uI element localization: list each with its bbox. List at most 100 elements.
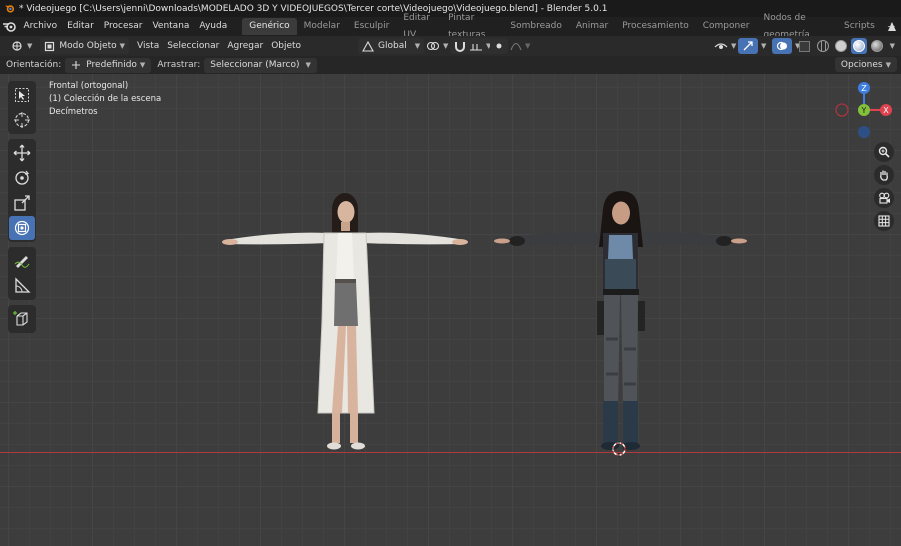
transform-orientation-selector[interactable]: Global ▼ <box>358 38 425 54</box>
3d-cursor-icon[interactable] <box>611 441 627 457</box>
measure-tool[interactable] <box>9 274 35 298</box>
orientation-label: Global <box>378 41 407 51</box>
menu-ventana[interactable]: Ventana <box>147 17 194 36</box>
annotate-icon <box>14 256 30 268</box>
add-cube-icon <box>13 311 28 326</box>
snap-toggle[interactable]: ▼ <box>450 38 496 54</box>
transform-icon <box>14 220 30 236</box>
select-box-tool[interactable] <box>9 83 35 107</box>
object-mode-icon <box>45 41 55 51</box>
tab-scripts[interactable]: Scripts <box>837 18 882 35</box>
visibility-button[interactable]: ▼ <box>710 38 740 54</box>
top-menu-bar: Archivo Editar Procesar Ventana Ayuda Ge… <box>0 13 901 40</box>
rotate-tool[interactable] <box>9 166 35 190</box>
tool-group-add <box>8 305 36 333</box>
viewport-info-overlay: Frontal (ortogonal) (1) Colección de la … <box>49 80 161 119</box>
gizmo-y-label: Y <box>861 106 867 115</box>
rendered-shading-icon[interactable] <box>869 38 885 54</box>
wireframe-shading-icon[interactable] <box>815 38 831 54</box>
window-title: * Videojuego [C:\Users\jenni\Downloads\M… <box>19 3 608 14</box>
solid-shading-icon[interactable] <box>833 38 849 54</box>
move-icon <box>13 144 31 162</box>
orientation-default-icon <box>72 61 81 69</box>
tool-group-annotate <box>8 247 36 300</box>
gizmo-neg-z-icon[interactable] <box>858 126 870 138</box>
blender-logo-icon <box>4 5 15 13</box>
character-dark-outfit-model[interactable] <box>493 189 748 453</box>
menu-procesar[interactable]: Procesar <box>99 17 148 36</box>
menu-vista[interactable]: Vista <box>133 38 163 54</box>
tab-esculpir[interactable]: Esculpir <box>347 18 396 35</box>
camera-icon <box>878 192 890 204</box>
material-preview-shading-icon[interactable] <box>850 38 867 54</box>
pan-button[interactable] <box>874 165 894 185</box>
drag-dropdown[interactable]: Seleccionar (Marco) ▼ <box>204 57 317 73</box>
pivot-point-button[interactable]: ▼ <box>422 38 452 54</box>
orientation-dropdown[interactable]: Predefinido ▼ <box>65 57 152 73</box>
collection-name: (1) Colección de la escena <box>49 94 162 104</box>
falloff-button[interactable]: ▼ <box>506 38 534 54</box>
xray-toggle-icon[interactable] <box>797 38 813 54</box>
orientation-global-icon <box>362 40 374 52</box>
tab-animar[interactable]: Animar <box>569 18 615 35</box>
transform-tool[interactable] <box>9 216 35 240</box>
tool-settings-bar: Orientación: Predefinido ▼ Arrastrar: Se… <box>0 56 901 74</box>
camera-view-button[interactable] <box>874 188 894 208</box>
chevron-down-icon: ▼ <box>305 61 311 69</box>
projection-toggle-button[interactable] <box>874 211 894 231</box>
gizmo-icon <box>743 41 753 51</box>
navigation-gizmo[interactable]: Z X Y <box>831 80 897 142</box>
character-lab-coat-model[interactable] <box>220 191 470 453</box>
gizmo-x-label: X <box>883 106 889 115</box>
workspace-tabs: Genérico Modelar Esculpir Editar UV Pint… <box>242 13 901 40</box>
visibility-icon <box>714 42 728 49</box>
snap-increment-icon <box>470 44 482 51</box>
cursor-tool[interactable] <box>9 108 35 132</box>
chevron-down-icon: ▼ <box>443 42 449 50</box>
proportional-edit-icon <box>496 43 502 49</box>
menu-agregar[interactable]: Agregar <box>223 38 267 54</box>
drag-label: Arrastrar: <box>157 60 201 70</box>
mode-label: Modo Objeto <box>59 41 117 51</box>
chevron-down-icon: ▼ <box>119 42 126 50</box>
blender-menu-button[interactable] <box>0 21 18 32</box>
menu-ayuda[interactable]: Ayuda <box>194 17 232 36</box>
zoom-button[interactable] <box>874 142 894 162</box>
rotate-icon <box>15 170 30 185</box>
chevron-down-icon[interactable]: ▼ <box>890 42 895 50</box>
measure-icon <box>15 277 31 293</box>
gizmo-toggle[interactable] <box>738 38 758 54</box>
editor-type-button[interactable]: ▼ <box>6 38 36 54</box>
overlays-toggle[interactable] <box>772 38 792 54</box>
tab-procesamiento[interactable]: Procesamiento <box>615 18 696 35</box>
tool-group-select <box>8 81 36 134</box>
gizmo-z-label: Z <box>861 84 867 93</box>
options-dropdown[interactable]: Opciones ▼ <box>834 57 897 72</box>
menu-objeto[interactable]: Objeto <box>267 38 305 54</box>
orientation-label: Orientación: <box>6 60 62 70</box>
viewport-header: ▼ Modo Objeto ▼ Vista Seleccionar Agrega… <box>0 36 901 56</box>
tab-sombreado[interactable]: Sombreado <box>503 18 568 35</box>
tool-shelf <box>8 81 36 338</box>
chevron-down-icon: ▼ <box>27 42 33 50</box>
chevron-down-icon[interactable]: ▼ <box>761 42 766 50</box>
grid-toggle-icon <box>878 215 890 227</box>
scale-tool[interactable] <box>9 191 35 215</box>
gizmo-neg-x-icon[interactable] <box>835 103 849 117</box>
menu-archivo[interactable]: Archivo <box>18 17 62 36</box>
scene-icon[interactable] <box>886 20 898 33</box>
tab-generico[interactable]: Genérico <box>242 18 297 35</box>
move-tool[interactable] <box>9 141 35 165</box>
cursor-icon <box>14 112 30 128</box>
menu-editar[interactable]: Editar <box>62 17 99 36</box>
chevron-down-icon: ▼ <box>885 60 891 69</box>
chevron-down-icon: ▼ <box>139 61 146 69</box>
tab-componer[interactable]: Componer <box>696 18 757 35</box>
add-cube-tool[interactable] <box>9 307 35 331</box>
select-box-icon <box>15 88 29 102</box>
mode-selector[interactable]: Modo Objeto ▼ <box>40 38 130 54</box>
annotate-tool[interactable] <box>9 249 35 273</box>
menu-seleccionar[interactable]: Seleccionar <box>163 38 223 54</box>
tab-modelar[interactable]: Modelar <box>297 18 347 35</box>
3d-viewport[interactable]: Frontal (ortogonal) (1) Colección de la … <box>0 74 901 546</box>
